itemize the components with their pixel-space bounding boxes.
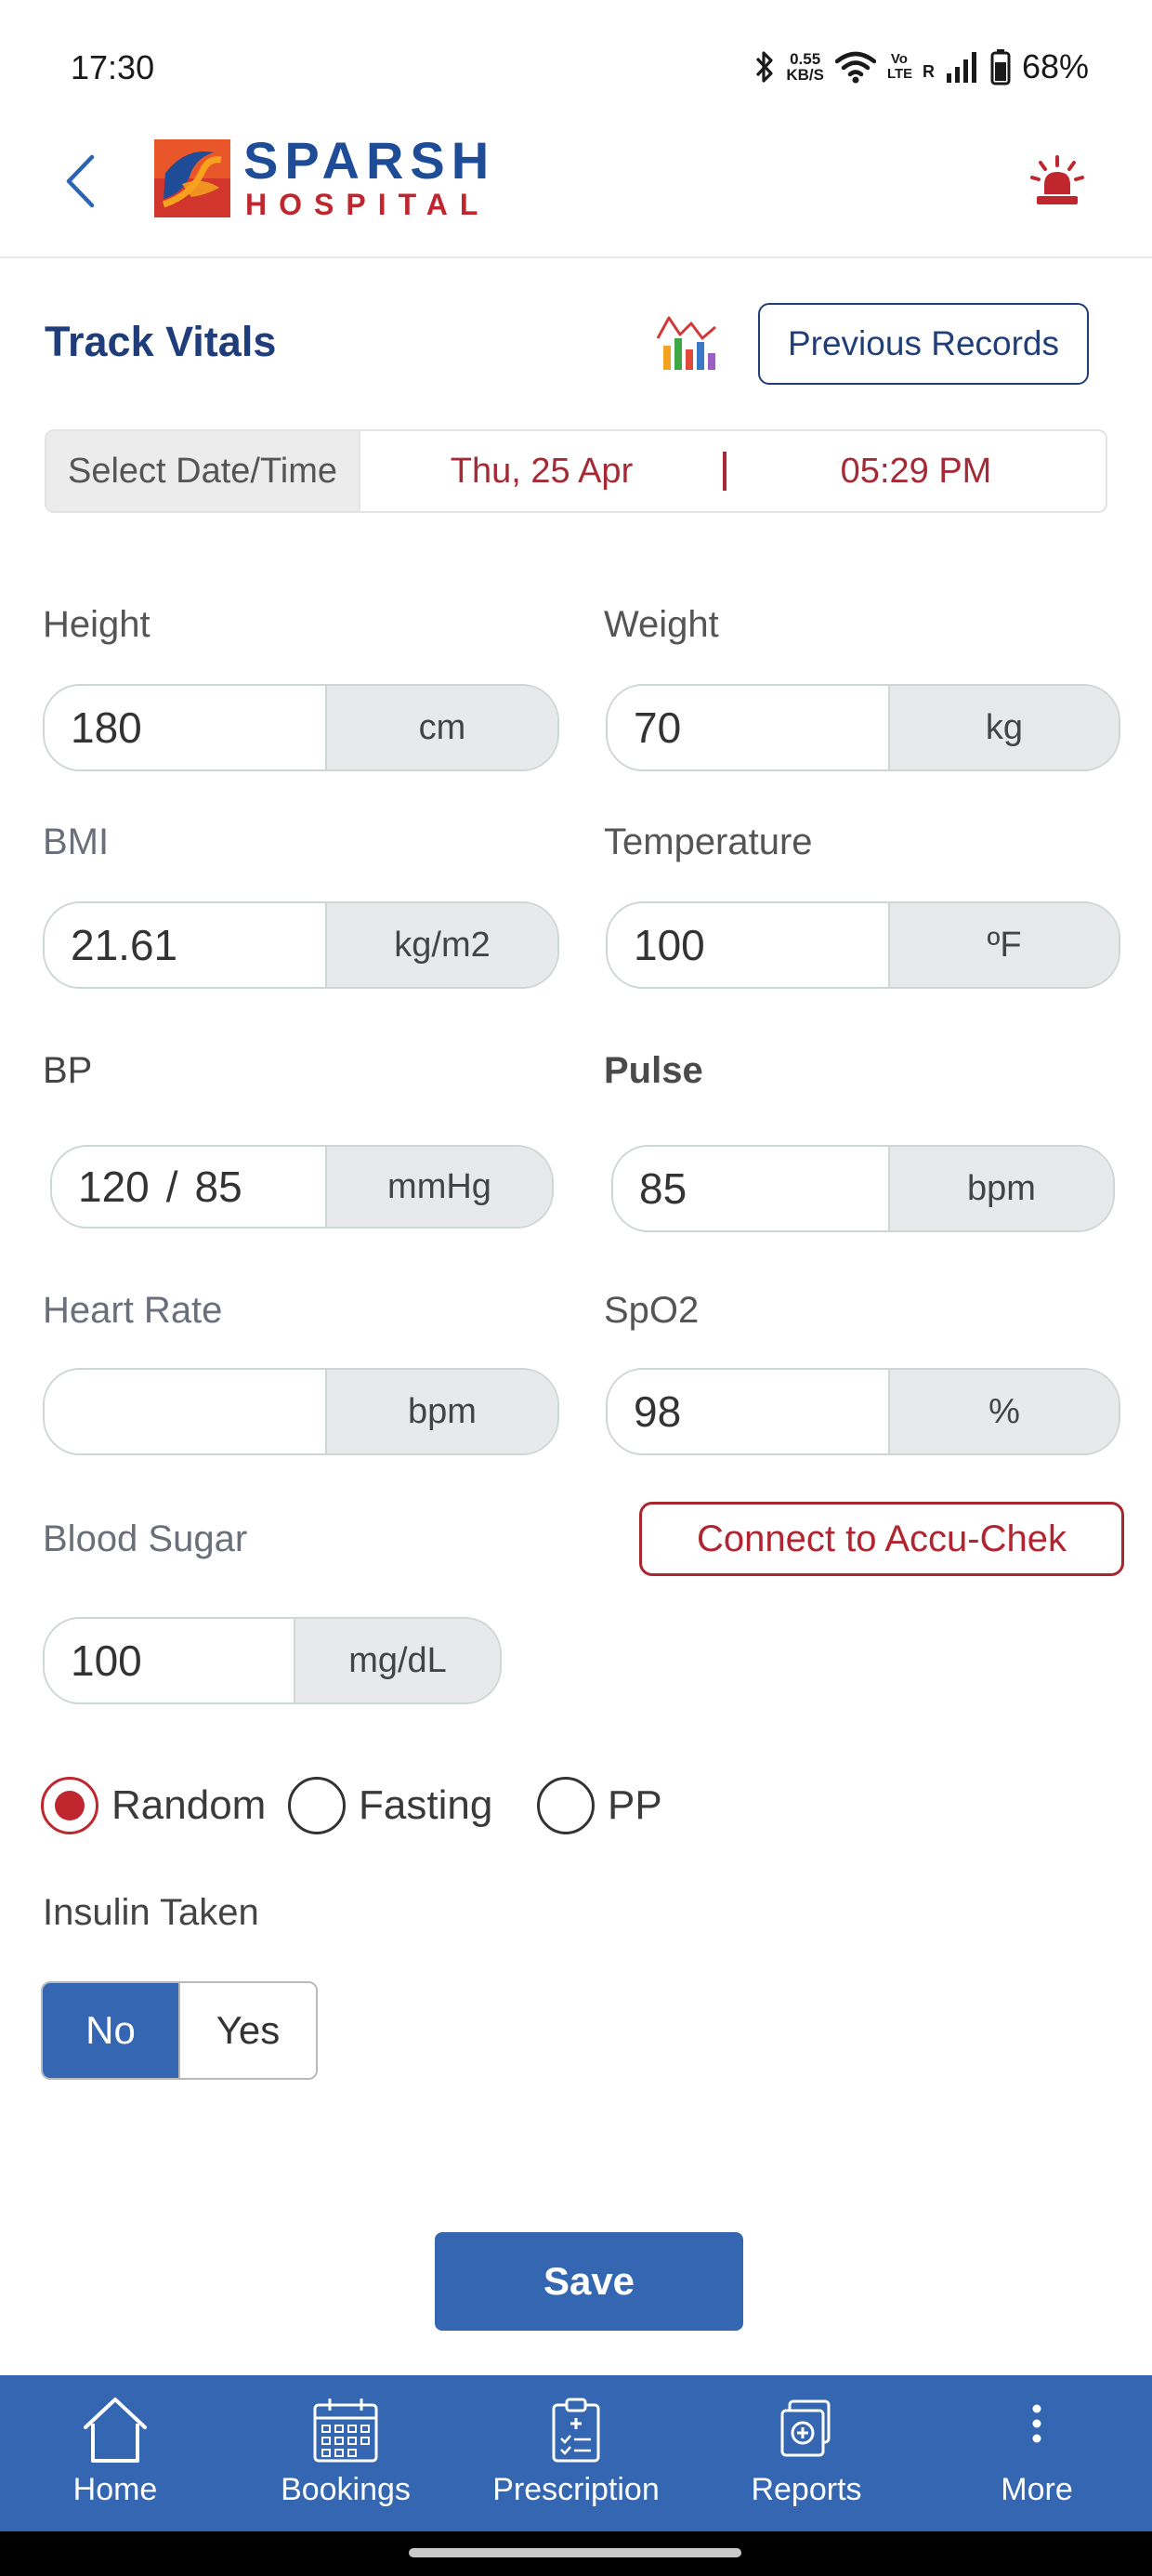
heart-rate-field[interactable]: bpm <box>43 1368 559 1455</box>
page-title: Track Vitals <box>45 318 277 365</box>
chevron-left-icon <box>66 154 95 208</box>
pulse-unit: bpm <box>888 1147 1113 1230</box>
sparsh-logo-icon <box>154 139 230 217</box>
temperature-unit: ºF <box>888 903 1119 987</box>
radio-pp-circle[interactable] <box>537 1777 595 1834</box>
bp-diastolic-input[interactable]: 85 <box>195 1162 242 1212</box>
height-label: Height <box>43 604 151 645</box>
bp-separator: / <box>165 1163 178 1211</box>
nav-prescription[interactable]: Prescription <box>461 2375 691 2531</box>
bottom-navigation: Home Bookings Prescription Reports More <box>0 2375 1152 2531</box>
reports-icon <box>780 2399 831 2457</box>
weight-label: Weight <box>604 604 719 645</box>
spo2-input[interactable]: 98 <box>608 1370 888 1453</box>
pulse-input[interactable]: 85 <box>613 1147 888 1230</box>
connect-accu-chek-button[interactable]: Connect to Accu-Chek <box>639 1502 1124 1576</box>
radio-random-circle[interactable] <box>41 1777 98 1834</box>
spo2-label: SpO2 <box>604 1290 700 1331</box>
insulin-toggle[interactable]: No Yes <box>41 1981 318 2080</box>
heart-rate-label: Heart Rate <box>43 1290 223 1331</box>
blood-sugar-input[interactable]: 100 <box>45 1619 294 1702</box>
date-time-selector[interactable]: Select Date/Time Thu, 25 Apr 05:29 PM <box>45 429 1107 513</box>
spo2-unit: % <box>888 1370 1119 1453</box>
heart-rate-unit: bpm <box>325 1370 557 1453</box>
pulse-label: Pulse <box>604 1050 703 1091</box>
wifi-icon <box>834 51 876 84</box>
temperature-label: Temperature <box>604 821 813 862</box>
nav-home-label: Home <box>72 2472 158 2507</box>
bluetooth-icon <box>756 51 773 83</box>
radio-fasting-label: Fasting <box>359 1782 493 1828</box>
status-time: 17:30 <box>71 48 155 86</box>
more-vertical-icon <box>1032 2404 1041 2443</box>
insulin-no-option[interactable]: No <box>43 1983 178 2078</box>
blood-sugar-label: Blood Sugar <box>43 1518 248 1559</box>
emergency-button[interactable] <box>1022 149 1093 214</box>
weight-unit: kg <box>888 686 1119 769</box>
bp-field[interactable]: 120 / 85 mmHg <box>50 1145 554 1229</box>
siren-icon <box>1030 155 1084 204</box>
temperature-field[interactable]: 100 ºF <box>606 901 1120 989</box>
height-input[interactable]: 180 <box>45 686 325 769</box>
date-picker[interactable]: Thu, 25 Apr <box>360 452 723 492</box>
bp-label: BP <box>43 1050 93 1091</box>
nav-reports[interactable]: Reports <box>691 2375 922 2531</box>
battery-icon <box>990 49 1011 85</box>
radio-pp[interactable]: PP <box>537 1777 662 1834</box>
time-picker[interactable]: 05:29 PM <box>727 452 1106 492</box>
calendar-icon <box>313 2399 378 2463</box>
bp-values: 120 / 85 <box>52 1147 325 1227</box>
radio-pp-label: PP <box>608 1782 662 1828</box>
spo2-field[interactable]: 98 % <box>606 1368 1120 1455</box>
home-gesture-handle[interactable] <box>409 2548 741 2557</box>
nav-home[interactable]: Home <box>0 2375 230 2531</box>
bmi-value: 21.61 <box>45 903 325 987</box>
logo-subtitle: HOSPITAL <box>245 188 491 221</box>
bmi-label: BMI <box>43 821 110 862</box>
nav-bookings[interactable]: Bookings <box>230 2375 461 2531</box>
bmi-unit: kg/m2 <box>325 903 557 987</box>
roaming-indicator: R <box>922 62 935 81</box>
height-unit: cm <box>325 686 557 769</box>
home-icon <box>84 2398 147 2463</box>
insulin-label: Insulin Taken <box>43 1892 259 1933</box>
heart-rate-input[interactable] <box>45 1370 325 1453</box>
bmi-field: 21.61 kg/m2 <box>43 901 559 989</box>
save-button[interactable]: Save <box>435 2232 743 2331</box>
radio-selected-dot <box>55 1791 85 1820</box>
logo-name: SPARSH <box>243 131 496 190</box>
prescription-icon <box>552 2398 600 2463</box>
height-field[interactable]: 180 cm <box>43 684 559 771</box>
radio-fasting[interactable]: Fasting <box>288 1777 492 1834</box>
header-divider <box>0 256 1152 258</box>
volte-indicator: Vo LTE <box>886 51 913 82</box>
blood-sugar-field[interactable]: 100 mg/dL <box>43 1617 502 1704</box>
vitals-chart-icon[interactable] <box>654 310 723 372</box>
blood-sugar-unit: mg/dL <box>294 1619 500 1702</box>
date-time-label: Select Date/Time <box>46 431 360 511</box>
radio-random[interactable]: Random <box>41 1777 266 1834</box>
pulse-field[interactable]: 85 bpm <box>611 1145 1115 1232</box>
nav-reports-label: Reports <box>751 2472 862 2507</box>
previous-records-button[interactable]: Previous Records <box>758 303 1089 385</box>
weight-input[interactable]: 70 <box>608 686 888 769</box>
temperature-input[interactable]: 100 <box>608 903 888 987</box>
radio-fasting-circle[interactable] <box>288 1777 346 1834</box>
nav-prescription-label: Prescription <box>492 2472 660 2507</box>
bp-systolic-input[interactable]: 120 <box>78 1162 150 1212</box>
nav-bookings-label: Bookings <box>281 2472 411 2507</box>
nav-more-label: More <box>1001 2472 1073 2507</box>
battery-percent: 68% <box>1021 47 1089 85</box>
net-speed: 0.55 KB/S <box>786 50 824 84</box>
nav-more[interactable]: More <box>922 2375 1152 2531</box>
back-button[interactable] <box>54 149 106 214</box>
radio-random-label: Random <box>111 1782 267 1828</box>
status-icons: 0.55 KB/S Vo LTE R 68% <box>754 46 1089 87</box>
weight-field[interactable]: 70 kg <box>606 684 1120 771</box>
bp-unit: mmHg <box>325 1147 552 1227</box>
insulin-yes-option[interactable]: Yes <box>178 1983 316 2078</box>
signal-icon <box>946 52 976 83</box>
